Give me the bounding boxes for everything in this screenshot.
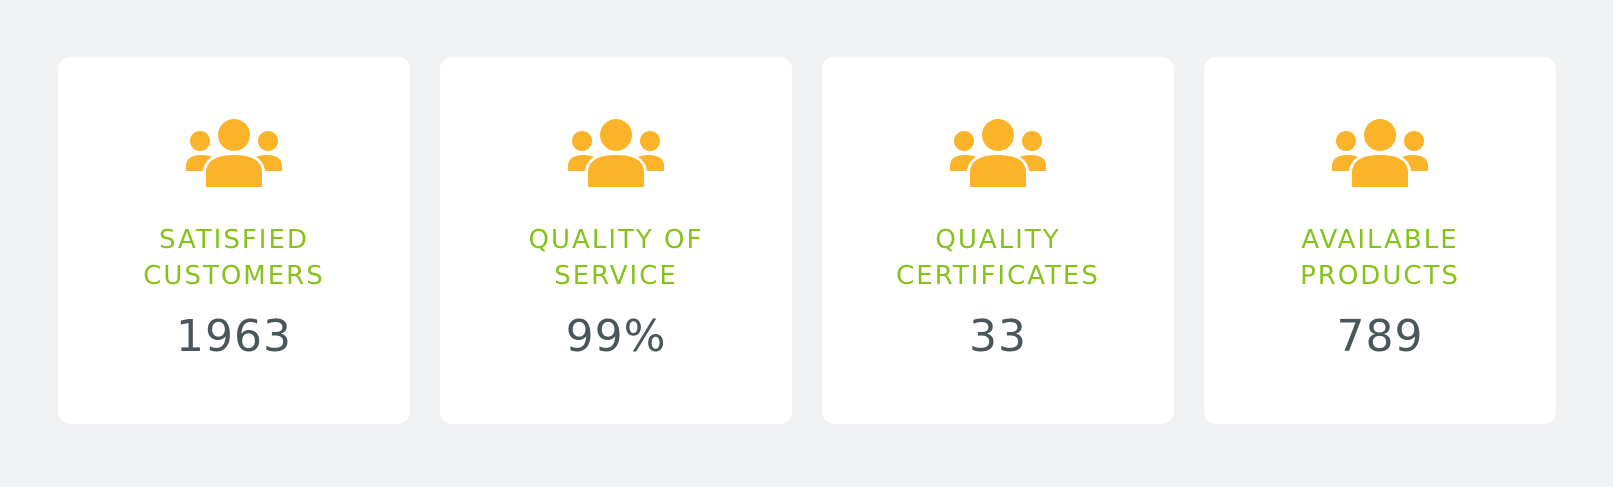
stat-label-line2: CERTIFICATES <box>896 261 1100 291</box>
stat-label-line1: AVAILABLE <box>1301 225 1459 255</box>
stat-value: 33 <box>969 311 1027 362</box>
users-group-icon <box>950 119 1046 187</box>
users-group-icon <box>568 119 664 187</box>
stat-label-line2: SERVICE <box>554 261 678 291</box>
stat-value: 1963 <box>176 311 292 362</box>
stat-label: AVAILABLE PRODUCTS <box>1204 222 1556 294</box>
stat-card-quality-certificates: QUALITY CERTIFICATES 33 <box>822 57 1174 424</box>
stats-row: SATISFIED CUSTOMERS 1963 QUALITY OF SERV… <box>58 57 1613 424</box>
stat-value: 99% <box>565 311 667 362</box>
users-group-icon <box>1332 119 1428 187</box>
stat-label-line1: SATISFIED <box>159 225 309 255</box>
stats-section: SATISFIED CUSTOMERS 1963 QUALITY OF SERV… <box>0 0 1613 487</box>
stat-card-satisfied-customers: SATISFIED CUSTOMERS 1963 <box>58 57 410 424</box>
stat-label-line1: QUALITY <box>935 225 1061 255</box>
stat-label-line2: PRODUCTS <box>1300 261 1460 291</box>
stat-label: QUALITY OF SERVICE <box>440 222 792 294</box>
users-group-icon <box>186 119 282 187</box>
stat-label-line2: CUSTOMERS <box>143 261 325 291</box>
stat-value: 789 <box>1336 311 1424 362</box>
stat-label: SATISFIED CUSTOMERS <box>58 222 410 294</box>
stat-label-line1: QUALITY OF <box>528 225 704 255</box>
stat-card-available-products: AVAILABLE PRODUCTS 789 <box>1204 57 1556 424</box>
stat-card-quality-of-service: QUALITY OF SERVICE 99% <box>440 57 792 424</box>
stat-label: QUALITY CERTIFICATES <box>822 222 1174 294</box>
